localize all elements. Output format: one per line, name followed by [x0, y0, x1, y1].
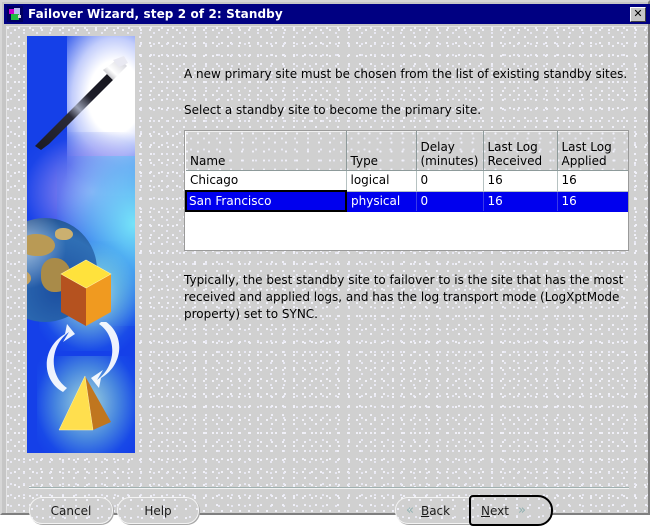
help-button-label: Help — [144, 503, 172, 518]
wizard-banner-image — [27, 36, 135, 453]
cancel-button[interactable]: Cancel — [29, 497, 113, 524]
failover-wizard-window: Failover Wizard, step 2 of 2: Standby ✕ — [0, 0, 650, 526]
window-title: Failover Wizard, step 2 of 2: Standby — [28, 7, 283, 21]
table-header-row: Name Type Delay (minutes) Last Log Recei… — [186, 131, 628, 171]
button-bar-separator — [29, 487, 629, 489]
header-line-2: Received — [487, 154, 543, 168]
cell-last-log-received[interactable]: 16 — [483, 191, 558, 212]
header-line-2: Name — [190, 154, 226, 168]
header-line-1: Last Log — [561, 140, 612, 154]
header-line-1: Delay — [420, 140, 455, 154]
cell-delay[interactable]: 0 — [416, 191, 484, 212]
swap-arrows-icon — [46, 322, 120, 392]
header-line-2: (minutes) — [420, 154, 479, 168]
title-bar: Failover Wizard, step 2 of 2: Standby ✕ — [4, 4, 650, 24]
table-row-selected[interactable]: San Francisco physical 0 16 16 — [185, 190, 628, 212]
cell-last-log-applied[interactable]: 16 — [557, 191, 628, 212]
cancel-button-label: Cancel — [50, 503, 92, 518]
magic-wand-icon — [35, 56, 128, 150]
chevron-right-icon: » — [517, 503, 526, 518]
help-button[interactable]: Help — [117, 497, 199, 524]
cell-type[interactable]: physical — [346, 191, 417, 212]
column-header-delay[interactable]: Delay (minutes) — [416, 131, 484, 171]
table-row[interactable]: Chicago logical 0 16 16 — [186, 170, 628, 192]
next-button[interactable]: Next » — [469, 495, 553, 526]
cell-last-log-received[interactable]: 16 — [483, 170, 558, 192]
column-header-last-log-received[interactable]: Last Log Received — [483, 131, 558, 171]
wizard-wand-icon — [7, 6, 23, 22]
header-line-1: Last Log — [487, 140, 538, 154]
header-line-2: Type — [350, 154, 379, 168]
next-button-label: Next — [481, 503, 509, 518]
header-line-2: Applied — [561, 154, 607, 168]
cell-name[interactable]: San Francisco — [185, 190, 347, 212]
cube-icon — [60, 259, 112, 326]
close-icon: ✕ — [633, 6, 643, 20]
cell-name[interactable]: Chicago — [186, 170, 347, 192]
back-button-label: Back — [420, 503, 451, 518]
chevron-left-icon: « — [406, 503, 414, 518]
instruction-line-1: A new primary site must be chosen from t… — [184, 67, 628, 81]
column-header-name[interactable]: Name — [186, 131, 347, 171]
column-header-last-log-applied[interactable]: Last Log Applied — [557, 131, 628, 171]
standby-sites-table[interactable]: Name Type Delay (minutes) Last Log Recei… — [184, 130, 629, 251]
dialog-content: A new primary site must be chosen from t… — [6, 26, 648, 526]
column-header-type[interactable]: Type — [346, 131, 417, 171]
close-button[interactable]: ✕ — [630, 6, 646, 22]
cell-last-log-applied[interactable]: 16 — [557, 170, 628, 192]
cell-delay[interactable]: 0 — [416, 170, 484, 192]
cell-type[interactable]: logical — [346, 170, 417, 192]
guidance-note: Typically, the best standby site to fail… — [184, 273, 624, 321]
instruction-line-2: Select a standby site to become the prim… — [184, 103, 482, 117]
